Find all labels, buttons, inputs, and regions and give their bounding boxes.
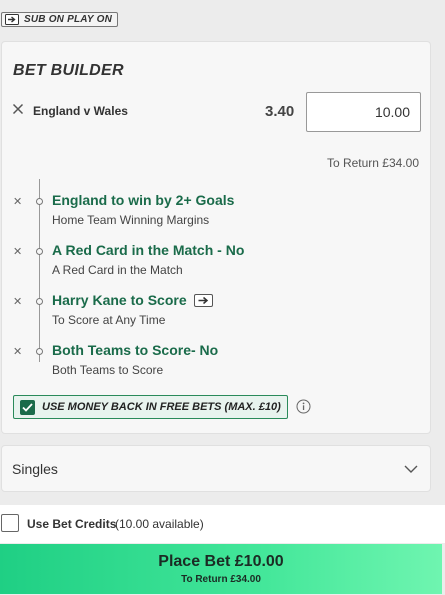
place-bet-button[interactable]: Place Bet £10.00 To Return £34.00 xyxy=(0,544,442,594)
sub-on-icon xyxy=(193,293,213,307)
bet-credits-checkbox[interactable] xyxy=(1,514,19,532)
to-return-amount: To Return £34.00 xyxy=(326,156,419,170)
bet-builder-card: BET BUILDER England v Wales 3.40 To Retu… xyxy=(1,41,431,434)
selection-timeline xyxy=(39,179,40,362)
money-back-label: USE MONEY BACK IN FREE BETS (MAX. £10) xyxy=(42,401,281,413)
singles-accordion[interactable]: Singles xyxy=(1,445,431,492)
bet-credits-label: Use Bet Credits xyxy=(27,517,117,531)
sub-on-icon xyxy=(5,14,19,25)
selection-market: A Red Card in the Match xyxy=(52,263,183,277)
remove-selection-icon[interactable]: ✕ xyxy=(13,245,22,258)
timeline-dot xyxy=(36,198,43,205)
bet-builder-title: BET BUILDER xyxy=(13,62,124,79)
odds-value: 3.40 xyxy=(265,103,295,120)
sub-on-play-on-badge: SUB ON PLAY ON xyxy=(1,12,118,27)
remove-selection-icon[interactable]: ✕ xyxy=(13,345,22,358)
selection-title: Harry Kane to Score xyxy=(52,292,213,308)
match-name: England v Wales xyxy=(33,104,128,118)
selection-market: To Score at Any Time xyxy=(52,313,166,327)
checkmark-icon xyxy=(20,399,35,415)
selection-title: England to win by 2+ Goals xyxy=(52,192,235,208)
timeline-dot xyxy=(36,298,43,305)
timeline-dot xyxy=(36,348,43,355)
selection-market: Home Team Winning Margins xyxy=(52,213,210,227)
selection-title: Both Teams to Score- No xyxy=(52,342,219,358)
selection-market: Both Teams to Score xyxy=(52,363,164,377)
place-bet-label: Place Bet £10.00 xyxy=(158,553,284,570)
selection-title: A Red Card in the Match - No xyxy=(52,242,245,258)
chevron-down-icon xyxy=(404,465,418,473)
stake-input[interactable] xyxy=(306,92,421,132)
remove-bet-close-icon[interactable] xyxy=(12,103,24,115)
money-back-checkbox[interactable]: USE MONEY BACK IN FREE BETS (MAX. £10) xyxy=(13,395,288,419)
bet-credits-row: Use Bet Credits (10.00 available) xyxy=(0,505,445,543)
info-icon[interactable] xyxy=(296,399,311,414)
singles-label: Singles xyxy=(12,461,58,477)
timeline-dot xyxy=(36,248,43,255)
place-bet-to-return: To Return £34.00 xyxy=(181,574,261,585)
remove-selection-icon[interactable]: ✕ xyxy=(13,295,22,308)
remove-selection-icon[interactable]: ✕ xyxy=(13,195,22,208)
bet-credits-available: (10.00 available) xyxy=(115,517,204,531)
sub-on-play-on-label: SUB ON PLAY ON xyxy=(24,14,112,25)
